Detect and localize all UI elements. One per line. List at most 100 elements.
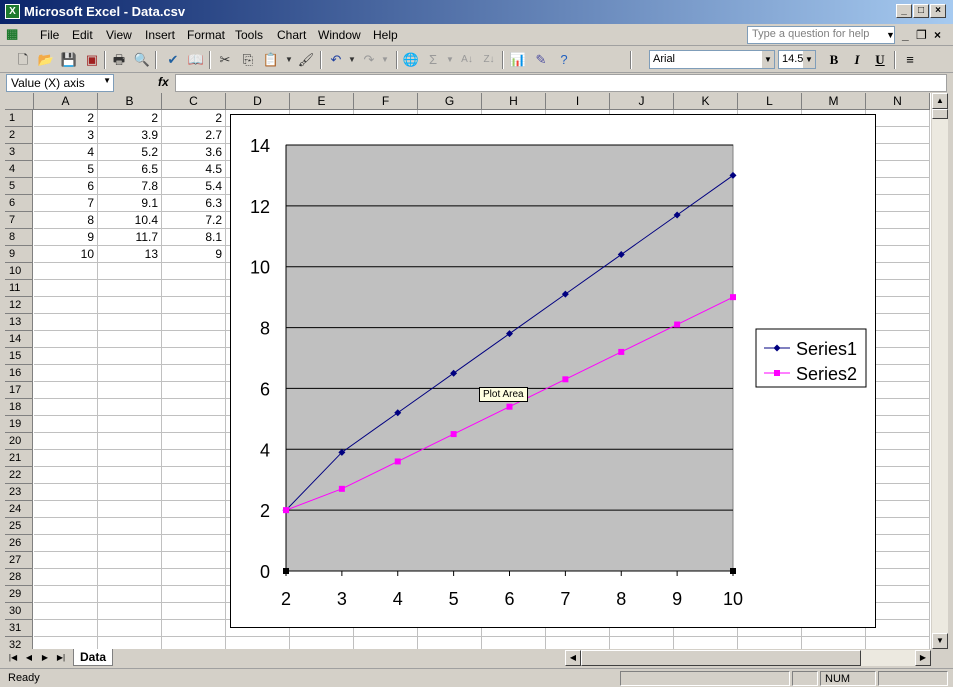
y-tick-label[interactable]: 14	[250, 136, 270, 156]
cell-c19[interactable]	[162, 416, 226, 433]
vertical-scrollbar[interactable]: ▲ ▼	[932, 93, 948, 649]
legend-entry-2[interactable]: Series2	[796, 364, 857, 384]
research-icon[interactable]: 📖	[187, 51, 205, 69]
column-header-h[interactable]: H	[482, 93, 546, 110]
cell-b28[interactable]	[98, 569, 162, 586]
legend-entry-1[interactable]: Series1	[796, 339, 857, 359]
prev-sheet-icon[interactable]: ◀	[23, 651, 35, 665]
cell-a3[interactable]: 4	[34, 144, 98, 161]
cell-c20[interactable]	[162, 433, 226, 450]
cell-b18[interactable]	[98, 399, 162, 416]
cell-a24[interactable]	[34, 501, 98, 518]
cell-c21[interactable]	[162, 450, 226, 467]
cell-b10[interactable]	[98, 263, 162, 280]
name-box[interactable]: Value (X) axis ▼	[6, 74, 114, 92]
cell-b23[interactable]	[98, 484, 162, 501]
cell-a32[interactable]	[34, 637, 98, 649]
legend-marker[interactable]	[774, 370, 780, 376]
axis-handle[interactable]	[283, 568, 289, 574]
scroll-up-icon[interactable]: ▲	[932, 93, 948, 109]
paste-icon[interactable]: 📋	[262, 51, 280, 69]
column-header-b[interactable]: B	[98, 93, 162, 110]
cell-c15[interactable]	[162, 348, 226, 365]
cell-a5[interactable]: 6	[34, 178, 98, 195]
sheet-tab-data[interactable]: Data	[73, 649, 113, 666]
cell-i32[interactable]	[546, 637, 610, 649]
cell-c25[interactable]	[162, 518, 226, 535]
cell-a11[interactable]	[34, 280, 98, 297]
row-header[interactable]: 4	[5, 161, 33, 178]
cell-a27[interactable]	[34, 552, 98, 569]
x-tick-label[interactable]: 2	[281, 589, 291, 609]
menu-format[interactable]: Format	[187, 28, 225, 42]
menu-help[interactable]: Help	[373, 28, 398, 42]
cell-c23[interactable]	[162, 484, 226, 501]
next-sheet-icon[interactable]: ▶	[39, 651, 51, 665]
cell-b26[interactable]	[98, 535, 162, 552]
column-header-n[interactable]: N	[866, 93, 930, 110]
cell-c12[interactable]	[162, 297, 226, 314]
cell-c8[interactable]: 8.1	[162, 229, 226, 246]
cell-a16[interactable]	[34, 365, 98, 382]
row-header[interactable]: 6	[5, 195, 33, 212]
cell-c31[interactable]	[162, 620, 226, 637]
x-tick-label[interactable]: 4	[393, 589, 403, 609]
row-header[interactable]: 13	[5, 314, 33, 331]
cell-b24[interactable]	[98, 501, 162, 518]
row-header[interactable]: 9	[5, 246, 33, 263]
cell-a31[interactable]	[34, 620, 98, 637]
row-header[interactable]: 20	[5, 433, 33, 450]
row-header[interactable]: 23	[5, 484, 33, 501]
menu-view[interactable]: View	[106, 28, 132, 42]
first-sheet-icon[interactable]: |◀	[7, 651, 19, 665]
format-painter-icon[interactable]: 🖌	[297, 51, 315, 69]
vertical-scroll-thumb[interactable]	[932, 109, 948, 119]
cell-a9[interactable]: 10	[34, 246, 98, 263]
font-name-combo[interactable]: Arial ▼	[649, 50, 775, 69]
cell-a12[interactable]	[34, 297, 98, 314]
cell-l32[interactable]	[738, 637, 802, 649]
cell-c22[interactable]	[162, 467, 226, 484]
row-header[interactable]: 31	[5, 620, 33, 637]
maximize-button[interactable]: □	[913, 4, 929, 18]
x-tick-label[interactable]: 3	[337, 589, 347, 609]
cell-c17[interactable]	[162, 382, 226, 399]
cell-b5[interactable]: 7.8	[98, 178, 162, 195]
print-preview-icon[interactable]: 🔍	[133, 51, 151, 69]
cell-b22[interactable]	[98, 467, 162, 484]
series2-point[interactable]	[338, 485, 345, 492]
cell-b7[interactable]: 10.4	[98, 212, 162, 229]
cell-c27[interactable]	[162, 552, 226, 569]
cell-b8[interactable]: 11.7	[98, 229, 162, 246]
doc-icon[interactable]: ▦	[6, 26, 18, 42]
row-header[interactable]: 16	[5, 365, 33, 382]
cell-b6[interactable]: 9.1	[98, 195, 162, 212]
cell-c10[interactable]	[162, 263, 226, 280]
cell-c18[interactable]	[162, 399, 226, 416]
x-tick-label[interactable]: 9	[672, 589, 682, 609]
y-tick-label[interactable]: 6	[260, 379, 270, 399]
cell-c30[interactable]	[162, 603, 226, 620]
y-tick-label[interactable]: 4	[260, 440, 270, 460]
column-header-g[interactable]: G	[418, 93, 482, 110]
series2-point[interactable]	[283, 507, 289, 514]
y-tick-label[interactable]: 0	[260, 562, 270, 582]
cell-b16[interactable]	[98, 365, 162, 382]
cell-a20[interactable]	[34, 433, 98, 450]
cell-b19[interactable]	[98, 416, 162, 433]
cell-g32[interactable]	[418, 637, 482, 649]
row-header[interactable]: 24	[5, 501, 33, 518]
font-size-combo[interactable]: 14.5 ▼	[778, 50, 816, 69]
formula-input[interactable]	[175, 74, 947, 92]
row-header[interactable]: 18	[5, 399, 33, 416]
chart-area[interactable]: 0 2 4 6 8 10 12 14 2 3 4 5 6 7 8 9 10 Series1 Series2 Plot…	[230, 114, 876, 628]
cell-a26[interactable]	[34, 535, 98, 552]
cell-n32[interactable]	[866, 637, 930, 649]
spelling-icon[interactable]: ✔	[164, 51, 182, 69]
cell-a2[interactable]: 3	[34, 127, 98, 144]
row-header[interactable]: 17	[5, 382, 33, 399]
cell-c28[interactable]	[162, 569, 226, 586]
column-header-k[interactable]: K	[674, 93, 738, 110]
row-header[interactable]: 7	[5, 212, 33, 229]
cell-f32[interactable]	[354, 637, 418, 649]
